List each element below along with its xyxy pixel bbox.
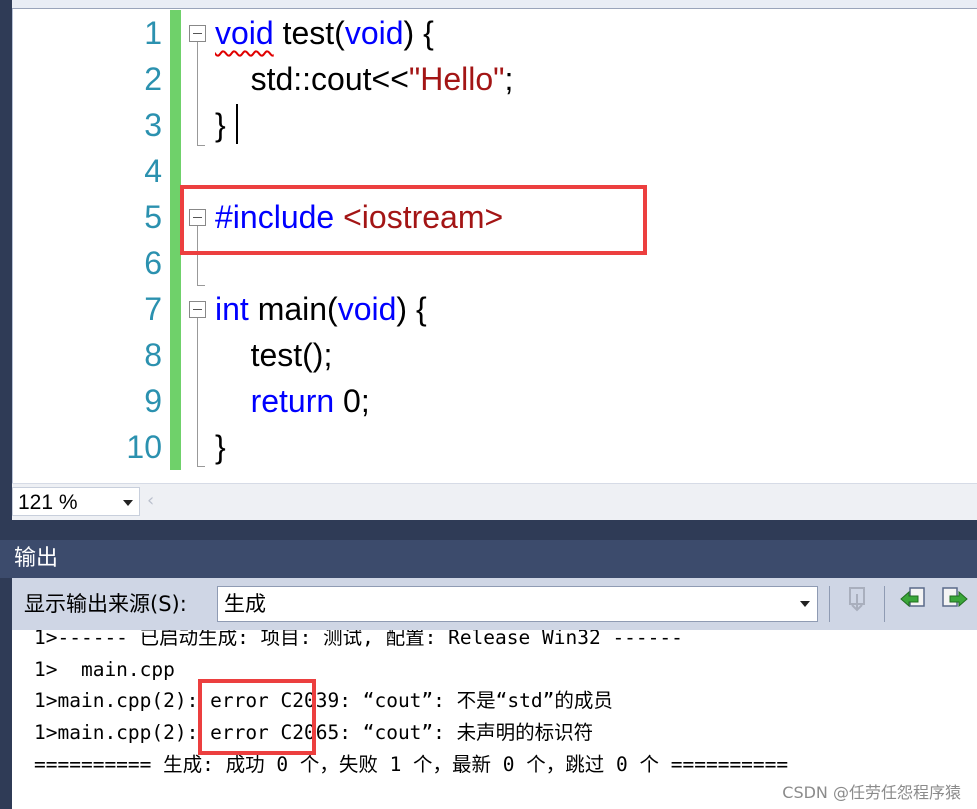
code-text: test( (273, 15, 345, 51)
output-line: 1>------ 已启动生成: 项目: 测试, 配置: Release Win3… (34, 630, 683, 649)
line-number: 8 (144, 337, 162, 373)
collapse-region-icon[interactable] (189, 25, 206, 42)
output-line: 1> main.cpp (34, 658, 175, 681)
code-text: } (215, 429, 226, 465)
line-number: 10 (126, 429, 162, 465)
code-keyword: int (215, 291, 249, 327)
outline-guide-end (197, 466, 205, 467)
code-line[interactable]: test(); (215, 332, 333, 378)
line-number: 4 (144, 153, 162, 189)
line-number: 9 (144, 383, 162, 419)
code-keyword: void (215, 15, 274, 51)
toolbar-separator (884, 586, 885, 622)
output-toolbar: 显示输出来源(S): 生成 (12, 578, 977, 630)
outline-guide-end (197, 145, 205, 146)
scroll-left-icon[interactable]: ‹ (147, 488, 154, 514)
outline-guide-end (197, 285, 205, 286)
output-panel-header: 输出 (0, 540, 977, 578)
line-number: 6 (144, 245, 162, 281)
watermark: CSDN @任劳任怨程序猿 (782, 783, 961, 802)
panel-title: 输出 (14, 546, 59, 571)
code-line[interactable]: void test(void) { (215, 10, 434, 56)
editor-bottom-bar: 121 % ‹ (12, 483, 977, 520)
code-line[interactable]: } (215, 424, 226, 470)
code-line[interactable]: } (215, 102, 226, 148)
highlight-box-include (180, 185, 647, 255)
next-message-icon[interactable] (938, 586, 972, 622)
line-number-gutter: 1 2 3 4 5 6 7 8 9 10 (42, 10, 162, 470)
editor-top-border (12, 0, 977, 9)
collapse-region-icon[interactable] (189, 301, 206, 318)
line-number: 1 (144, 15, 162, 51)
code-string: "Hello" (408, 61, 505, 97)
code-line[interactable]: std::cout<<"Hello"; (215, 56, 514, 102)
code-text: ) { (403, 15, 434, 51)
code-text: 0; (334, 383, 370, 419)
code-text: ) { (396, 291, 427, 327)
line-number: 2 (144, 61, 162, 97)
code-text: main( (248, 291, 338, 327)
highlight-box-errors (198, 679, 316, 755)
source-label: 显示输出来源(S): (24, 592, 187, 616)
line-number: 7 (144, 291, 162, 327)
output-source-dropdown[interactable]: 生成 (217, 586, 818, 622)
code-keyword: return (250, 383, 335, 419)
code-text: } (215, 107, 226, 143)
code-keyword: void (344, 15, 404, 51)
line-number: 5 (144, 199, 162, 235)
code-line[interactable]: int main(void) { (215, 286, 427, 332)
source-value: 生成 (224, 592, 266, 616)
code-keyword: void (337, 291, 397, 327)
text-caret (236, 104, 238, 144)
line-number: 3 (144, 107, 162, 143)
code-line[interactable]: return 0; (215, 378, 370, 424)
toolbar-separator (829, 586, 830, 622)
previous-message-icon[interactable] (896, 586, 930, 622)
dropdown-arrow-icon (123, 500, 133, 506)
outline-guide-line (197, 42, 198, 145)
zoom-dropdown[interactable]: 121 % (12, 487, 140, 516)
zoom-value: 121 % (18, 491, 78, 514)
output-line: ========== 生成: 成功 0 个，失败 1 个，最新 0 个，跳过 0… (34, 753, 789, 776)
code-text: std::cout<< (215, 61, 409, 97)
code-text: test(); (215, 337, 333, 373)
output-line: 1>main.cpp(2): error C2039: “cout”: 不是“s… (34, 689, 613, 712)
dropdown-arrow-icon (800, 601, 810, 607)
outline-guide-line (197, 318, 198, 466)
code-text: ; (504, 61, 514, 97)
go-to-location-icon[interactable] (840, 586, 874, 622)
